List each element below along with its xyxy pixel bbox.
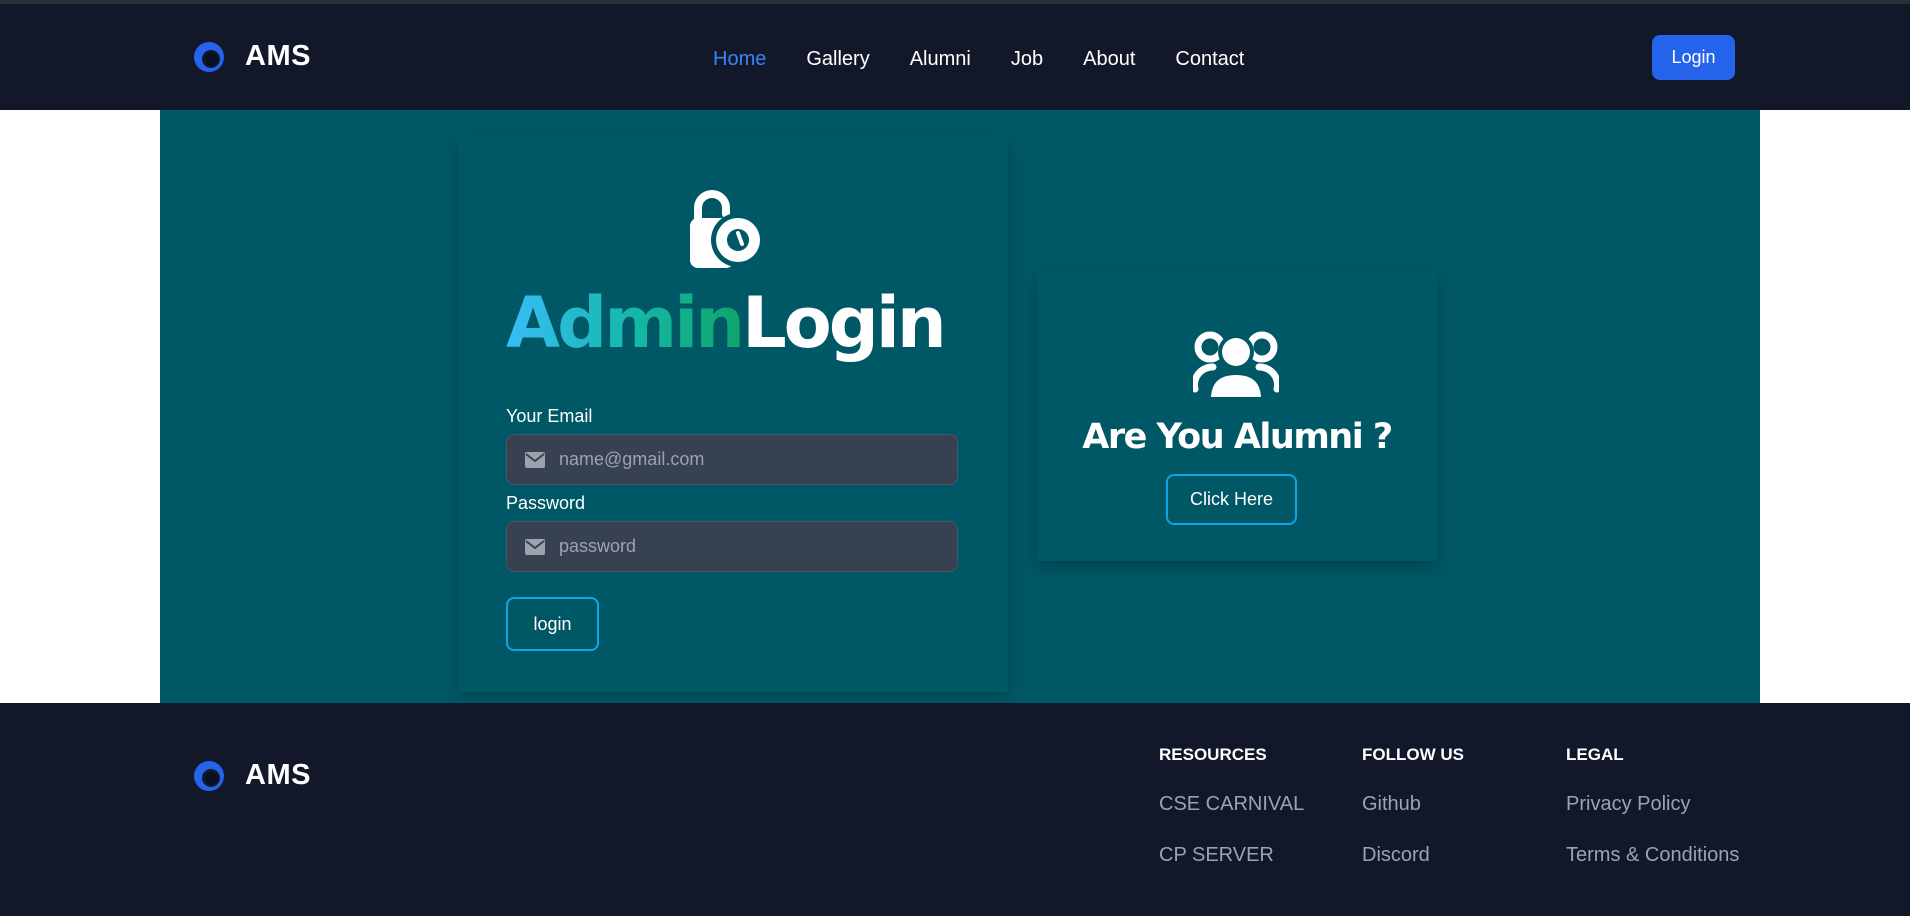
footer-col-legal: LEGAL Privacy Policy Terms & Conditions [1566,745,1739,867]
footer-heading-resources: RESOURCES [1159,745,1267,764]
login-submit-button[interactable]: login [506,597,599,651]
nav-link-contact[interactable]: Contact [1175,48,1244,71]
password-field[interactable] [506,521,958,572]
email-field[interactable] [506,434,958,485]
admin-login-card: AdminLogin Your Email Password login [458,138,1008,692]
footer-link-cse-carnival[interactable]: CSE CARNIVAL [1159,793,1304,816]
footer: AMS RESOURCES CSE CARNIVAL CP SERVER FOL… [0,703,1910,916]
email-label: Your Email [506,406,593,426]
footer-brand-name: AMS [245,759,311,791]
nav-link-job[interactable]: Job [1011,48,1043,71]
admin-login-title: AdminLogin [506,288,947,358]
footer-brand[interactable]: AMS [193,759,311,792]
footer-heading-legal: LEGAL [1566,745,1624,764]
hero-section: AdminLogin Your Email Password login [160,110,1760,703]
brand-name: AMS [245,40,311,72]
nav-link-home[interactable]: Home [713,48,766,71]
nav-link-alumni[interactable]: Alumni [910,48,971,71]
footer-col-resources: RESOURCES CSE CARNIVAL CP SERVER [1159,745,1304,867]
alumni-title: Are You Alumni ? [1082,417,1393,457]
unlock-icon [690,190,765,268]
footer-link-privacy-policy[interactable]: Privacy Policy [1566,793,1739,816]
navbar: AMS Home Gallery Alumni Job About Contac… [0,4,1910,110]
brand[interactable]: AMS [193,40,311,73]
footer-link-github[interactable]: Github [1362,793,1464,816]
mail-icon [525,538,545,555]
nav-link-about[interactable]: About [1083,48,1135,71]
footer-link-cp-server[interactable]: CP SERVER [1159,844,1304,867]
footer-link-terms[interactable]: Terms & Conditions [1566,844,1739,867]
footer-col-follow-us: FOLLOW US Github Discord [1362,745,1464,867]
password-label: Password [506,493,586,513]
footer-link-discord[interactable]: Discord [1362,844,1464,867]
title-login-word: Login [742,282,947,364]
mail-icon [525,451,545,468]
ring-logo-icon [194,41,224,72]
ring-logo-icon [194,760,224,791]
password-input[interactable] [559,531,939,562]
email-input[interactable] [559,444,939,475]
alumni-card: Are You Alumni ? Click Here [1037,273,1437,561]
users-icon [1193,331,1279,399]
footer-heading-follow-us: FOLLOW US [1362,745,1464,764]
title-admin-word: Admin [506,282,745,364]
nav-link-gallery[interactable]: Gallery [806,48,869,71]
alumni-click-here-button[interactable]: Click Here [1166,474,1297,525]
main-nav: Home Gallery Alumni Job About Contact [713,48,1284,71]
nav-login-button[interactable]: Login [1652,35,1735,80]
